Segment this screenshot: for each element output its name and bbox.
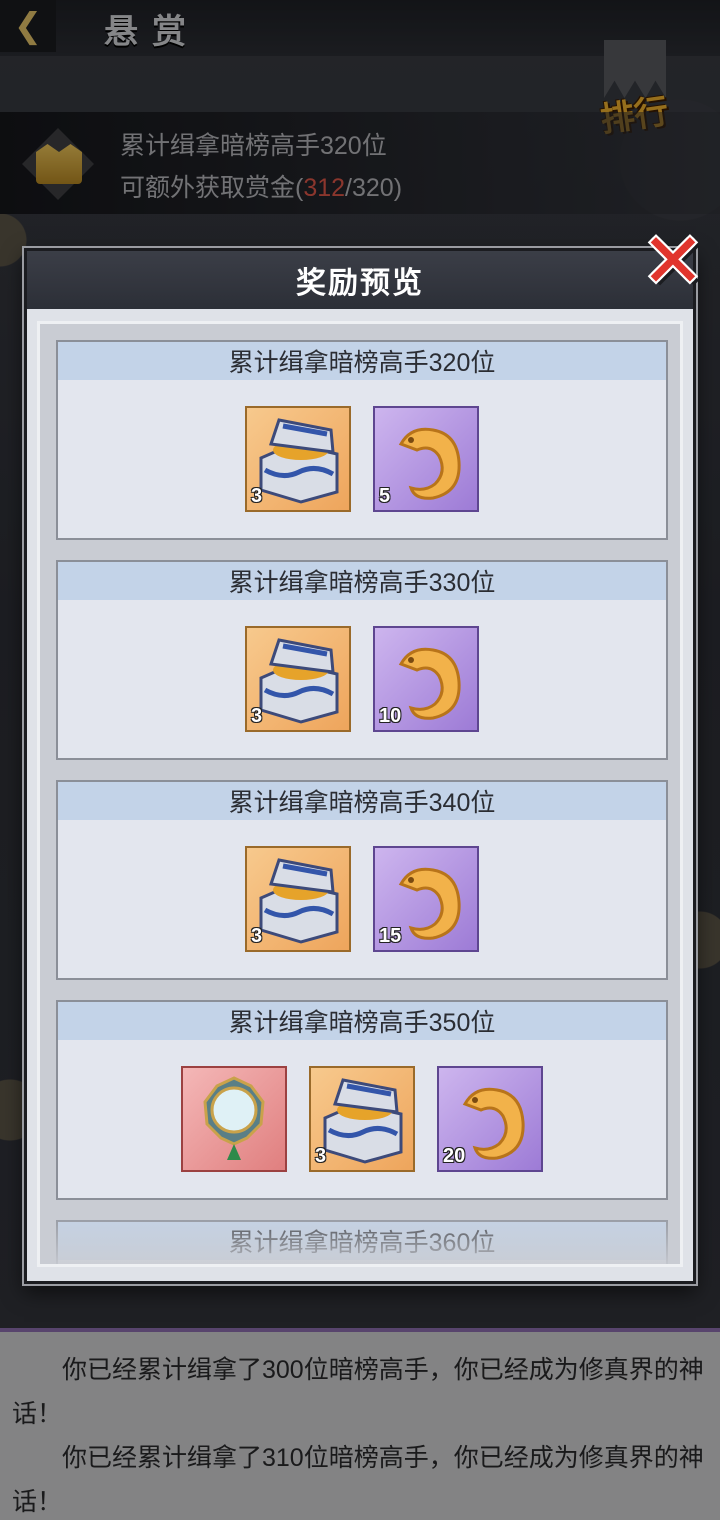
reward-list: 累计缉拿暗榜高手320位 3 5 累计缉拿暗榜高手330位 3 10 累计缉拿暗… xyxy=(56,340,668,1264)
treasure-chest-icon xyxy=(259,418,339,504)
reward-card-title: 累计缉拿暗榜高手360位 xyxy=(58,1222,666,1260)
item-quantity: 5 xyxy=(379,485,391,507)
treasure-chest-item[interactable]: 3 xyxy=(309,1066,415,1172)
reward-items: 3 5 xyxy=(58,406,666,512)
reward-card: 累计缉拿暗榜高手360位 xyxy=(56,1220,668,1264)
magic-mirror-item[interactable] xyxy=(181,1066,287,1172)
jade-dragon-item[interactable]: 5 xyxy=(373,406,479,512)
treasure-chest-icon xyxy=(259,638,339,724)
jade-dragon-item[interactable]: 20 xyxy=(437,1066,543,1172)
item-quantity: 20 xyxy=(443,1145,466,1167)
treasure-chest-icon xyxy=(323,1078,403,1164)
modal-header: 奖励预览 xyxy=(27,251,693,309)
reward-card: 累计缉拿暗榜高手320位 3 5 xyxy=(56,340,668,540)
treasure-chest-item[interactable]: 3 xyxy=(245,406,351,512)
reward-preview-modal: 奖励预览 ✕ 累计缉拿暗榜高手320位 3 5 累计缉拿暗榜高手330位 3 1… xyxy=(24,223,705,1284)
reward-items: 3 20 xyxy=(58,1066,666,1172)
item-quantity: 3 xyxy=(315,1145,327,1167)
item-quantity: 3 xyxy=(251,485,263,507)
reward-scroll-area[interactable]: 累计缉拿暗榜高手320位 3 5 累计缉拿暗榜高手330位 3 10 累计缉拿暗… xyxy=(37,321,683,1267)
item-quantity: 10 xyxy=(379,705,402,727)
reward-card: 累计缉拿暗榜高手330位 3 10 xyxy=(56,560,668,760)
jade-dragon-item[interactable]: 10 xyxy=(373,626,479,732)
reward-card: 累计缉拿暗榜高手340位 3 15 xyxy=(56,780,668,980)
item-quantity: 3 xyxy=(251,705,263,727)
jade-dragon-item[interactable]: 15 xyxy=(373,846,479,952)
reward-items: 3 10 xyxy=(58,626,666,732)
item-quantity: 15 xyxy=(379,925,402,947)
close-button[interactable]: ✕ xyxy=(637,216,709,305)
reward-items: 3 15 xyxy=(58,846,666,952)
reward-card-title: 累计缉拿暗榜高手320位 xyxy=(58,342,666,380)
item-quantity: 3 xyxy=(251,925,263,947)
treasure-chest-item[interactable]: 3 xyxy=(245,846,351,952)
magic-mirror-icon xyxy=(203,1076,265,1160)
close-x-icon: ✕ xyxy=(641,216,705,305)
modal-title: 奖励预览 xyxy=(296,267,424,300)
reward-card-title: 累计缉拿暗榜高手340位 xyxy=(58,782,666,820)
reward-card-title: 累计缉拿暗榜高手330位 xyxy=(58,562,666,600)
treasure-chest-icon xyxy=(259,858,339,944)
reward-card: 累计缉拿暗榜高手350位 3 20 xyxy=(56,1000,668,1200)
treasure-chest-item[interactable]: 3 xyxy=(245,626,351,732)
reward-card-title: 累计缉拿暗榜高手350位 xyxy=(58,1002,666,1040)
gold-jade-dragon-icon xyxy=(398,427,461,500)
